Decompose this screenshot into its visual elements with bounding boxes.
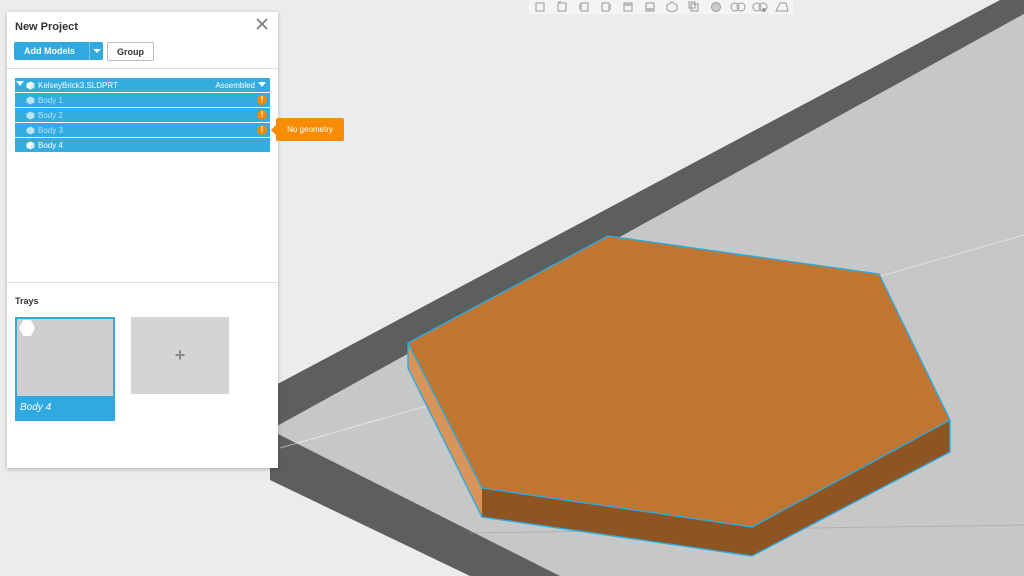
body-row[interactable]: Body 4 (15, 138, 270, 152)
render-mode-icon[interactable] (705, 0, 727, 14)
perspective-icon[interactable] (771, 0, 793, 14)
view-bottom-icon[interactable] (639, 0, 661, 14)
warning-tooltip: No geometry (271, 118, 344, 141)
cube-icon (26, 95, 36, 105)
body-row[interactable]: Body 3 ! (15, 123, 270, 137)
body-row[interactable]: Body 1 ! (15, 93, 270, 107)
cube-icon (26, 80, 36, 90)
view-top-icon[interactable] (617, 0, 639, 14)
view-iso-icon[interactable] (661, 0, 683, 14)
add-tray-button[interactable]: + (131, 317, 229, 394)
body-name: Body 1 (38, 95, 63, 105)
view-front-icon[interactable] (529, 0, 551, 14)
divider (7, 282, 278, 283)
project-panel: New Project Add Models Group KelseyBrick… (7, 12, 278, 468)
cube-icon (26, 140, 36, 150)
trays-heading: Trays (15, 296, 39, 306)
panel-title: New Project (15, 21, 78, 33)
view-back-icon[interactable] (551, 0, 573, 14)
add-models-label: Add Models (24, 46, 75, 56)
close-icon[interactable] (254, 16, 270, 32)
view-right-icon[interactable] (595, 0, 617, 14)
body-name: Body 3 (38, 125, 63, 135)
model-tree: KelseyBrick3.SLDPRT Assembled Body 1 ! B… (15, 78, 270, 153)
body-name: Body 4 (38, 140, 63, 150)
model-name: KelseyBrick3.SLDPRT (38, 80, 118, 90)
divider (7, 68, 278, 69)
chevron-down-icon[interactable] (89, 42, 103, 60)
tray-card[interactable]: Body 4 (15, 317, 115, 421)
warning-icon[interactable]: ! (257, 95, 267, 105)
chevron-down-icon[interactable] (258, 82, 266, 88)
model-row[interactable]: KelseyBrick3.SLDPRT Assembled (15, 78, 270, 92)
body-row[interactable]: Body 2 ! (15, 108, 270, 122)
warning-icon[interactable]: ! (257, 125, 267, 135)
body-name: Body 2 (38, 110, 63, 120)
visibility-icon[interactable] (727, 0, 749, 14)
tray-label: Body 4 (20, 402, 52, 413)
view-left-icon[interactable] (573, 0, 595, 14)
cube-icon (26, 110, 36, 120)
view-toolbar (529, 0, 793, 14)
model-status[interactable]: Assembled (215, 81, 266, 90)
add-models-button[interactable]: Add Models (14, 42, 103, 60)
model-status-label: Assembled (215, 80, 255, 90)
group-button[interactable]: Group (107, 42, 154, 61)
view-fit-icon[interactable] (683, 0, 705, 14)
cube-icon (26, 125, 36, 135)
warning-icon[interactable]: ! (257, 110, 267, 120)
hexagon-icon (19, 320, 35, 336)
camera-icon[interactable] (749, 0, 771, 14)
caret-down-icon[interactable] (15, 81, 25, 89)
